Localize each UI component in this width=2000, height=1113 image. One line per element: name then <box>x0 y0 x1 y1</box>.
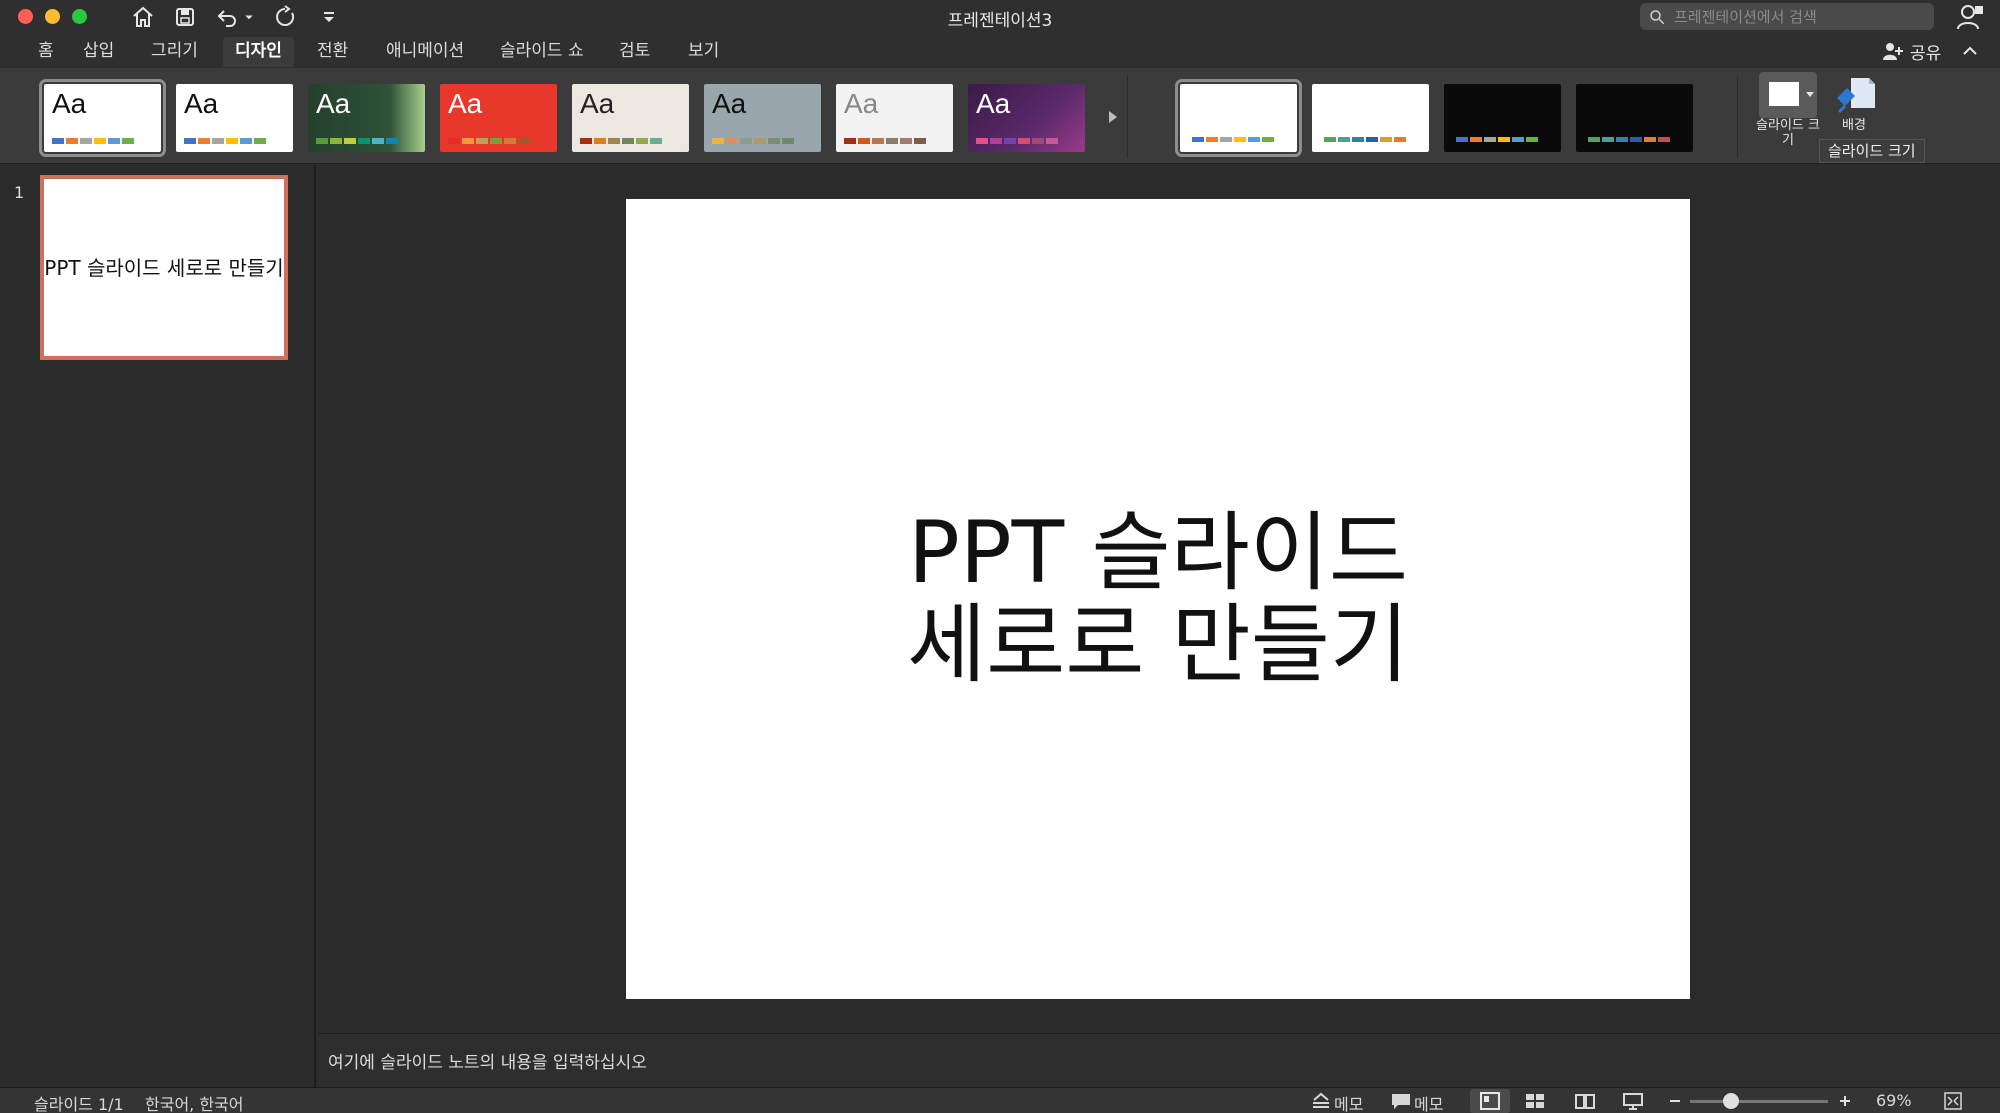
slide-title-line: 세로로 만들기 <box>906 595 1410 695</box>
tab-insert[interactable]: 삽입 <box>71 37 126 67</box>
tooltip: 슬라이드 크기 <box>1819 139 1925 163</box>
theme-label: Aa <box>712 88 747 119</box>
theme-swatches <box>844 138 926 144</box>
slide-thumbnail-pane: 1 PPT 슬라이드 세로로 만들기 <box>0 165 316 1087</box>
variant-thumbnail[interactable] <box>1175 79 1302 157</box>
notes-placeholder: 여기에 슬라이드 노트의 내용을 입력하십시오 <box>328 1053 647 1073</box>
slide-thumbnail[interactable]: PPT 슬라이드 세로로 만들기 <box>40 175 288 360</box>
zoom-slider[interactable] <box>1690 1100 1828 1103</box>
variant-thumbnail[interactable] <box>1312 84 1429 152</box>
theme-thumbnail[interactable]: Aa <box>836 84 953 152</box>
title-bar: 프레젠테이션3 <box>0 0 2000 34</box>
window-minimize-button[interactable] <box>45 9 60 24</box>
comments-icon[interactable] <box>1390 1091 1412 1111</box>
ribbon-tabs: 홈 삽입 그리기 디자인 전환 애니메이션 슬라이드 쇼 검토 보기 공유 <box>0 34 2000 68</box>
theme-label: Aa <box>316 88 351 119</box>
tab-home[interactable]: 홈 <box>26 37 66 67</box>
theme-label: Aa <box>52 88 87 119</box>
redo-icon[interactable] <box>270 3 300 31</box>
fit-to-window-icon[interactable] <box>1942 1091 1964 1111</box>
variant-thumbnail[interactable] <box>1576 84 1693 152</box>
slide-size-icon <box>1759 72 1817 118</box>
theme-thumbnail[interactable]: Aa <box>440 84 557 152</box>
comments-label[interactable]: 메모 <box>1414 1091 1443 1113</box>
theme-swatches <box>976 138 1058 144</box>
variants-gallery <box>1148 76 1738 158</box>
status-bar: 슬라이드 1/1 한국어, 한국어 메모 메모 69% <box>0 1087 2000 1113</box>
notes-pane[interactable]: 여기에 슬라이드 노트의 내용을 입력하십시오 <box>318 1033 2000 1087</box>
gallery-next-icon[interactable] <box>1104 106 1122 128</box>
search-input[interactable] <box>1674 3 1928 30</box>
variant-swatches <box>1588 137 1670 142</box>
background-label: 배경 <box>1842 118 1866 133</box>
window-close-button[interactable] <box>18 9 33 24</box>
share-button[interactable]: 공유 <box>1882 37 1941 65</box>
tab-draw[interactable]: 그리기 <box>139 37 210 67</box>
slide-show-icon[interactable] <box>1622 1091 1644 1111</box>
home-icon[interactable] <box>128 3 158 31</box>
tab-animations[interactable]: 애니메이션 <box>374 37 476 67</box>
theme-swatches <box>316 138 398 144</box>
slide-title[interactable]: PPT 슬라이드 세로로 만들기 <box>907 507 1409 691</box>
slide-size-button[interactable]: 슬라이드 크기 <box>1756 72 1820 154</box>
undo-dropdown-icon[interactable] <box>240 3 258 31</box>
theme-swatches <box>184 138 266 144</box>
theme-label: Aa <box>844 88 879 119</box>
customize-toolbar-icon[interactable] <box>314 3 344 31</box>
notes-toggle-label[interactable]: 메모 <box>1334 1091 1363 1113</box>
theme-swatches <box>448 138 530 144</box>
reading-view-icon[interactable] <box>1574 1091 1596 1111</box>
language-status[interactable]: 한국어, 한국어 <box>145 1091 244 1113</box>
chevron-up-icon[interactable] <box>1958 39 1982 63</box>
theme-thumbnail[interactable]: Aa <box>704 84 821 152</box>
theme-thumbnail[interactable]: Aa <box>176 84 293 152</box>
variant-swatches <box>1192 137 1274 142</box>
slide-size-label: 슬라이드 크기 <box>1756 118 1820 148</box>
theme-thumbnail[interactable]: Aa <box>308 84 425 152</box>
theme-label: Aa <box>976 88 1011 119</box>
theme-label: Aa <box>448 88 483 119</box>
variant-swatches <box>1456 137 1538 142</box>
slide-sorter-icon[interactable] <box>1524 1091 1546 1111</box>
slide-counter: 슬라이드 1/1 <box>34 1095 124 1113</box>
variant-swatches <box>1324 137 1406 142</box>
slide-canvas: PPT 슬라이드 세로로 만들기 <box>318 165 2000 1033</box>
variant-thumbnail[interactable] <box>1444 84 1561 152</box>
design-ribbon: Aa Aa Aa Aa Aa Aa Aa Aa 슬라이드 크기 배경 <box>0 68 2000 164</box>
tab-design[interactable]: 디자인 <box>223 37 294 67</box>
slide-title-line: PPT 슬라이드 <box>907 503 1409 603</box>
theme-thumbnail[interactable]: Aa <box>39 79 166 157</box>
account-icon[interactable] <box>1955 3 1985 31</box>
themes-gallery: Aa Aa Aa Aa Aa Aa Aa Aa <box>28 76 1128 158</box>
theme-thumbnail[interactable]: Aa <box>572 84 689 152</box>
tab-slide-show[interactable]: 슬라이드 쇼 <box>488 37 596 67</box>
theme-swatches <box>580 138 662 144</box>
window-maximize-button[interactable] <box>72 9 87 24</box>
tab-view[interactable]: 보기 <box>676 37 731 67</box>
undo-icon[interactable] <box>212 3 242 31</box>
zoom-slider-thumb[interactable] <box>1723 1093 1740 1109</box>
notes-toggle-icon[interactable] <box>1310 1091 1332 1111</box>
save-icon[interactable] <box>170 3 200 31</box>
zoom-out-icon[interactable] <box>1664 1091 1686 1111</box>
theme-thumbnail[interactable]: Aa <box>968 84 1085 152</box>
search-box[interactable] <box>1640 3 1934 30</box>
zoom-level[interactable]: 69% <box>1876 1091 1912 1110</box>
add-person-icon <box>1883 43 1903 60</box>
background-icon <box>1825 72 1883 118</box>
zoom-in-icon[interactable] <box>1834 1091 1856 1111</box>
slide-thumbnail-title: PPT 슬라이드 세로로 만들기 <box>44 255 284 280</box>
theme-swatches <box>52 138 134 144</box>
theme-label: Aa <box>580 88 615 119</box>
theme-swatches <box>712 138 794 144</box>
theme-label: Aa <box>184 88 219 119</box>
slide[interactable]: PPT 슬라이드 세로로 만들기 <box>626 199 1690 999</box>
share-label: 공유 <box>1910 43 1942 64</box>
tab-transitions[interactable]: 전환 <box>305 37 360 67</box>
slide-number: 1 <box>14 183 25 202</box>
normal-view-icon[interactable] <box>1470 1089 1510 1113</box>
search-icon <box>1650 10 1665 25</box>
tab-review[interactable]: 검토 <box>607 37 662 67</box>
